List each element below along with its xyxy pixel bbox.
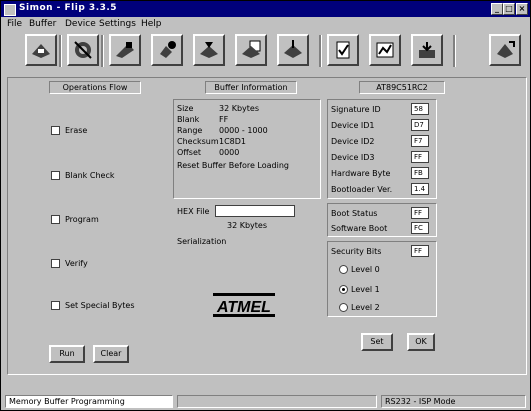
security-bits-label: Security Bits — [331, 247, 382, 256]
toolbar-button-read[interactable] — [369, 34, 401, 66]
status-spacer — [177, 395, 377, 408]
device-header: AT89C51RC2 — [376, 83, 428, 92]
toolbar — [1, 31, 530, 73]
security-level-1-radio[interactable] — [339, 285, 348, 294]
buffer-checksum-key: Checksum — [177, 137, 219, 146]
device-id2-label: Device ID2 — [331, 137, 375, 146]
title-bar: Simon - Flip 3.3.5 _ □ × — [1, 1, 530, 17]
verify-icon — [336, 41, 350, 59]
device-id3-field: FF — [411, 151, 429, 163]
ok-button[interactable]: OK — [407, 333, 435, 351]
blank-check-checkbox[interactable] — [51, 171, 60, 180]
special-bytes-checkbox[interactable] — [51, 301, 60, 310]
buffer-range-value: 0000 - 1000 — [219, 126, 268, 135]
status-connection: RS232 - ISP Mode — [381, 395, 526, 408]
program-checkbox[interactable] — [51, 215, 60, 224]
signature-id-label: Signature ID — [331, 105, 381, 114]
toolbar-button-verify[interactable] — [327, 34, 359, 66]
program-icon — [284, 40, 302, 58]
buffer-blank-value: FF — [219, 115, 229, 124]
toolbar-button-auto[interactable] — [411, 34, 443, 66]
open-file-icon — [116, 42, 134, 58]
exit-icon — [497, 41, 515, 58]
security-level-0-radio[interactable] — [339, 265, 348, 274]
toolbar-button-load-buffer[interactable] — [151, 34, 183, 66]
status-message: Memory Buffer Programming — [5, 395, 173, 408]
atmel-logo: ATMEL — [213, 293, 275, 317]
atmel-logo-text: ATMEL — [216, 299, 271, 316]
security-level-2-label: Level 2 — [351, 303, 380, 312]
reset-buffer-label: Reset Buffer Before Loading — [177, 161, 289, 170]
toolbar-button-open-file[interactable] — [109, 34, 141, 66]
toolbar-button-program[interactable] — [277, 34, 309, 66]
security-bits-field: FF — [411, 245, 429, 257]
bootloader-version-label: Bootloader Ver. — [331, 185, 393, 194]
software-boot-field[interactable]: FC — [411, 222, 429, 234]
boot-status-label: Boot Status — [331, 209, 378, 218]
buffer-size-key: Size — [177, 104, 194, 113]
serialization-label: Serialization — [177, 237, 227, 246]
toolbar-button-erase[interactable] — [193, 34, 225, 66]
blank-check-label: Blank Check — [65, 171, 115, 180]
menu-help[interactable]: Help — [141, 19, 162, 29]
toolbar-button-device-select[interactable] — [67, 34, 99, 66]
menu-file[interactable]: File — [7, 19, 22, 29]
device-select-icon — [74, 41, 92, 59]
toolbar-button-exit[interactable] — [489, 34, 521, 66]
menu-buffer[interactable]: Buffer — [29, 19, 56, 29]
hex-size-value: 32 Kbytes — [227, 221, 268, 230]
minimize-button[interactable]: _ — [491, 3, 503, 15]
buffer-blank-key: Blank — [177, 115, 200, 124]
operations-header: Operations Flow — [62, 83, 128, 92]
auto-icon — [419, 42, 435, 58]
security-level-1-label: Level 1 — [351, 285, 380, 294]
buffer-size-value: 32 Kbytes — [219, 104, 260, 113]
set-button[interactable]: Set — [361, 333, 393, 351]
erase-icon — [200, 42, 218, 58]
blank-check-icon — [242, 40, 261, 58]
app-window: Simon - Flip 3.3.5 _ □ × File Buffer Dev… — [0, 0, 531, 411]
device-id1-field: D7 — [411, 119, 429, 131]
hex-file-field[interactable] — [215, 205, 295, 217]
load-buffer-icon — [160, 41, 176, 58]
buffer-offset-value: 0000 — [219, 148, 240, 157]
toolbar-button-chip[interactable] — [25, 34, 57, 66]
menu-bar: File Buffer Device Settings Help — [1, 17, 530, 31]
system-menu-icon[interactable] — [4, 4, 16, 16]
buffer-range-key: Range — [177, 126, 203, 135]
special-bytes-label: Set Special Bytes — [65, 301, 135, 310]
buffer-checksum-value: 1C8D1 — [219, 137, 247, 146]
window-title: Simon - Flip 3.3.5 — [19, 3, 118, 13]
menu-settings[interactable]: Settings — [99, 19, 136, 29]
boot-status-field[interactable]: FF — [411, 207, 429, 219]
maximize-button[interactable]: □ — [503, 3, 515, 15]
erase-checkbox[interactable] — [51, 126, 60, 135]
software-boot-label: Software Boot — [331, 224, 388, 233]
buffer-offset-key: Offset — [177, 148, 202, 157]
run-button[interactable]: Run — [49, 345, 85, 363]
device-id2-field: F7 — [411, 135, 429, 147]
menu-device[interactable]: Device — [65, 19, 96, 29]
toolbar-button-blank-check[interactable] — [235, 34, 267, 66]
security-level-2-radio[interactable] — [339, 303, 348, 312]
hex-file-label: HEX File — [177, 207, 210, 216]
security-level-0-label: Level 0 — [351, 265, 380, 274]
read-icon — [376, 42, 394, 58]
device-id3-label: Device ID3 — [331, 153, 375, 162]
status-bar: Memory Buffer Programming RS232 - ISP Mo… — [1, 393, 530, 410]
device-id1-label: Device ID1 — [331, 121, 375, 130]
program-label: Program — [65, 215, 99, 224]
bootloader-version-field: 1.4 — [411, 183, 429, 195]
verify-checkbox[interactable] — [51, 259, 60, 268]
verify-label: Verify — [65, 259, 88, 268]
signature-id-field: 58 — [411, 103, 429, 115]
buffer-header: Buffer Information — [214, 83, 288, 92]
hardware-byte-label: Hardware Byte — [331, 169, 391, 178]
clear-button[interactable]: Clear — [93, 345, 129, 363]
close-button[interactable]: × — [516, 3, 528, 15]
chip-icon — [32, 44, 50, 58]
erase-label: Erase — [65, 126, 88, 135]
hardware-byte-field[interactable]: FB — [411, 167, 429, 179]
